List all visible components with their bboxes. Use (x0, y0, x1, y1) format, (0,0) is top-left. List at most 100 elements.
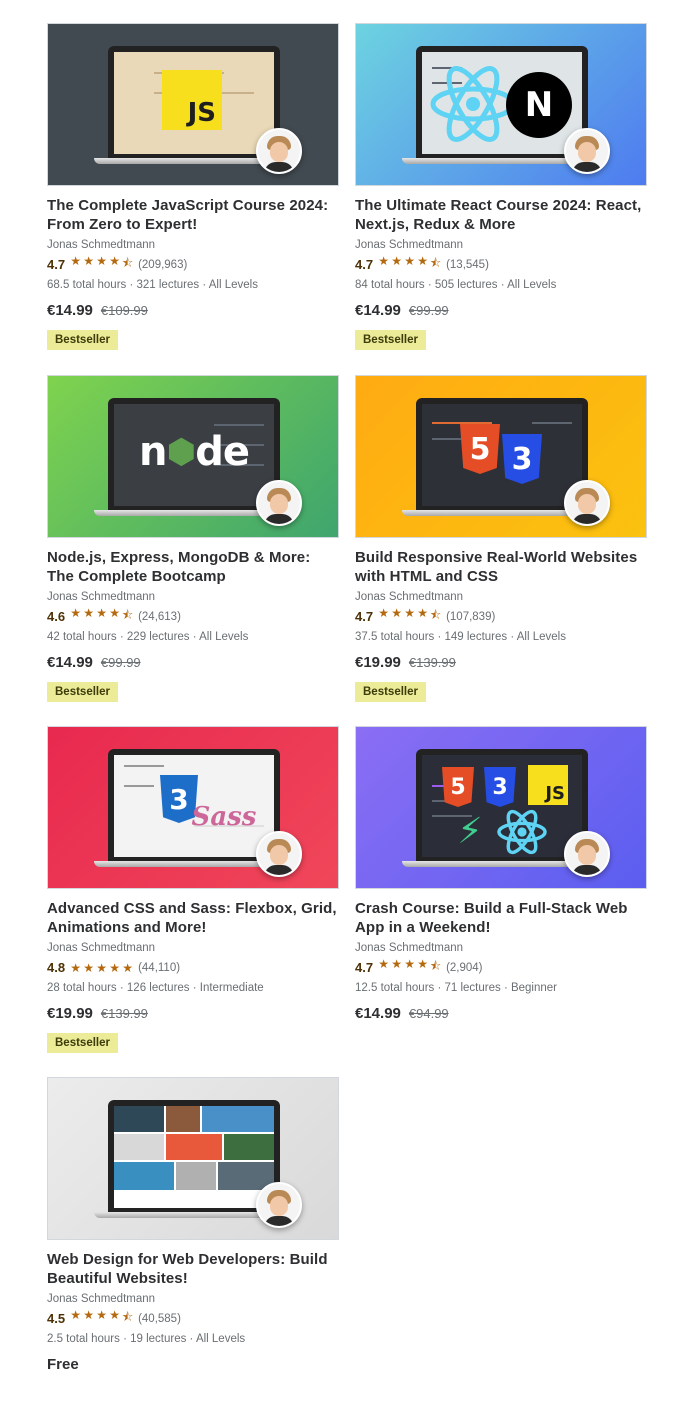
rating-count: (24,613) (138, 610, 181, 623)
course-card[interactable]: 5 3 JS ⚡ Crash Course: Build a Full-Stac… (355, 726, 647, 1022)
rating-count: (40,585) (138, 1312, 181, 1325)
course-title[interactable]: The Complete JavaScript Course 2024: Fro… (47, 196, 339, 234)
rating-count: (107,839) (446, 610, 496, 623)
bestseller-badge: Bestseller (355, 330, 426, 350)
rating-value: 4.7 (355, 609, 374, 624)
rating-count: (13,545) (446, 258, 489, 271)
course-thumbnail[interactable]: 3 Sass (47, 726, 339, 889)
instructor-name: Jonas Schmedtmann (355, 591, 464, 603)
current-price: €19.99 (355, 654, 401, 671)
star-rating-icon: ★ ★ ★ ★ ⯪ (70, 606, 134, 622)
current-price: €19.99 (47, 1005, 93, 1022)
price-row: €14.99 €99.99 (355, 302, 647, 319)
course-thumbnail[interactable]: JS (47, 23, 339, 186)
instructor-avatar (256, 480, 302, 526)
javascript-logo-icon: JS (162, 70, 222, 130)
course-thumbnail[interactable] (47, 1077, 339, 1240)
course-meta: 28 total hours · 126 lectures · Intermed… (47, 982, 264, 994)
current-price: Free (47, 1356, 79, 1373)
rating-count: (44,110) (138, 961, 181, 974)
course-meta: 84 total hours · 505 lectures · All Leve… (355, 279, 557, 291)
javascript-logo-icon: JS (528, 765, 568, 805)
course-thumbnail[interactable]: 5 3 JS ⚡ (355, 726, 647, 889)
rating-value: 4.7 (355, 257, 374, 272)
react-logo-icon (430, 66, 516, 142)
html5-logo-icon: 5 (442, 767, 474, 807)
instructor-avatar (564, 831, 610, 877)
current-price: €14.99 (355, 1005, 401, 1022)
laptop-image (416, 398, 588, 510)
course-title[interactable]: Advanced CSS and Sass: Flexbox, Grid, An… (47, 899, 339, 937)
instructor-avatar (256, 831, 302, 877)
star-rating-icon: ★ ★ ★ ★ ⯪ (378, 957, 442, 973)
course-card[interactable]: JS The Complete JavaScript Course 2024: … (47, 23, 339, 350)
instructor-name: Jonas Schmedtmann (355, 239, 464, 251)
rating-row: 4.5 ★ ★ ★ ★ ⯪ (40,585) (47, 1308, 339, 1326)
course-title[interactable]: Build Responsive Real-World Websites wit… (355, 548, 647, 586)
instructor-avatar (564, 128, 610, 174)
css3-logo-icon: 3 (484, 767, 516, 807)
html5-logo-icon: 5 (460, 424, 500, 474)
price-row: €19.99 €139.99 (355, 654, 647, 671)
bestseller-badge: Bestseller (355, 682, 426, 702)
course-card[interactable]: 5 3 Build Responsive Real-World Websites… (355, 375, 647, 702)
course-title[interactable]: Crash Course: Build a Full-Stack Web App… (355, 899, 647, 937)
course-card[interactable]: n ⬢ de Node.js, Express, MongoDB & More: T… (47, 375, 339, 702)
price-row: €14.99 €94.99 (355, 1005, 647, 1022)
original-price: €99.99 (408, 303, 449, 318)
course-card[interactable]: 3 Sass Advanced CSS and Sass: Flexbox, G… (47, 726, 339, 1053)
rating-count: (209,963) (138, 258, 188, 271)
instructor-avatar (256, 1182, 302, 1228)
react-logo-icon (497, 809, 547, 855)
course-title[interactable]: Node.js, Express, MongoDB & More: The Co… (47, 548, 339, 586)
course-thumbnail[interactable]: n ⬢ de (47, 375, 339, 538)
course-meta: 2.5 total hours · 19 lectures · All Leve… (47, 1333, 246, 1345)
rating-value: 4.5 (47, 1311, 66, 1326)
course-thumbnail[interactable]: 5 3 (355, 375, 647, 538)
css3-logo-icon: 3 (502, 434, 542, 484)
course-card[interactable]: Web Design for Web Developers: Build Bea… (47, 1077, 339, 1373)
course-title[interactable]: The Ultimate React Course 2024: React, N… (355, 196, 647, 234)
star-rating-icon: ★ ★ ★ ★ ⯪ (378, 254, 442, 270)
course-title[interactable]: Web Design for Web Developers: Build Bea… (47, 1250, 339, 1288)
bestseller-badge: Bestseller (47, 682, 118, 702)
instructor-name: Jonas Schmedtmann (47, 1293, 156, 1305)
original-price: €109.99 (100, 303, 148, 318)
star-rating-icon: ★ ★ ★ ★ ★ (70, 960, 133, 975)
price-row: €14.99 €99.99 (47, 654, 339, 671)
original-price: €139.99 (100, 1006, 148, 1021)
course-meta: 37.5 total hours · 149 lectures · All Le… (355, 631, 566, 643)
star-rating-icon: ★ ★ ★ ★ ⯪ (70, 1308, 134, 1324)
rating-row: 4.8 ★ ★ ★ ★ ★ (44,110) (47, 960, 339, 975)
current-price: €14.99 (47, 302, 93, 319)
rating-value: 4.6 (47, 609, 66, 624)
course-meta: 68.5 total hours · 321 lectures · All Le… (47, 279, 258, 291)
star-rating-icon: ★ ★ ★ ★ ⯪ (378, 606, 442, 622)
supabase-logo-icon: ⚡ (457, 810, 483, 852)
course-card[interactable]: N The Ultimate React Course 2024: React,… (355, 23, 647, 350)
rating-value: 4.7 (47, 257, 66, 272)
rating-row: 4.7 ★ ★ ★ ★ ⯪ (2,904) (355, 957, 647, 975)
price-row: Free (47, 1356, 339, 1373)
nodejs-logo-icon: n ⬢ de (139, 429, 250, 475)
laptop-image (108, 1100, 280, 1212)
price-row: €14.99 €109.99 (47, 302, 339, 319)
rating-count: (2,904) (446, 961, 483, 974)
course-thumbnail[interactable]: N (355, 23, 647, 186)
rating-value: 4.7 (355, 960, 374, 975)
nextjs-logo-icon: N (506, 72, 572, 138)
rating-row: 4.7 ★ ★ ★ ★ ⯪ (107,839) (355, 606, 647, 624)
rating-row: 4.6 ★ ★ ★ ★ ⯪ (24,613) (47, 606, 339, 624)
current-price: €14.99 (355, 302, 401, 319)
bestseller-badge: Bestseller (47, 1033, 118, 1053)
instructor-avatar (564, 480, 610, 526)
instructor-name: Jonas Schmedtmann (355, 942, 464, 954)
instructor-avatar (256, 128, 302, 174)
original-price: €99.99 (100, 655, 141, 670)
original-price: €139.99 (408, 655, 456, 670)
current-price: €14.99 (47, 654, 93, 671)
bestseller-badge: Bestseller (47, 330, 118, 350)
rating-row: 4.7 ★ ★ ★ ★ ⯪ (209,963) (47, 254, 339, 272)
instructor-name: Jonas Schmedtmann (47, 591, 156, 603)
sass-logo-icon: Sass (191, 802, 257, 832)
